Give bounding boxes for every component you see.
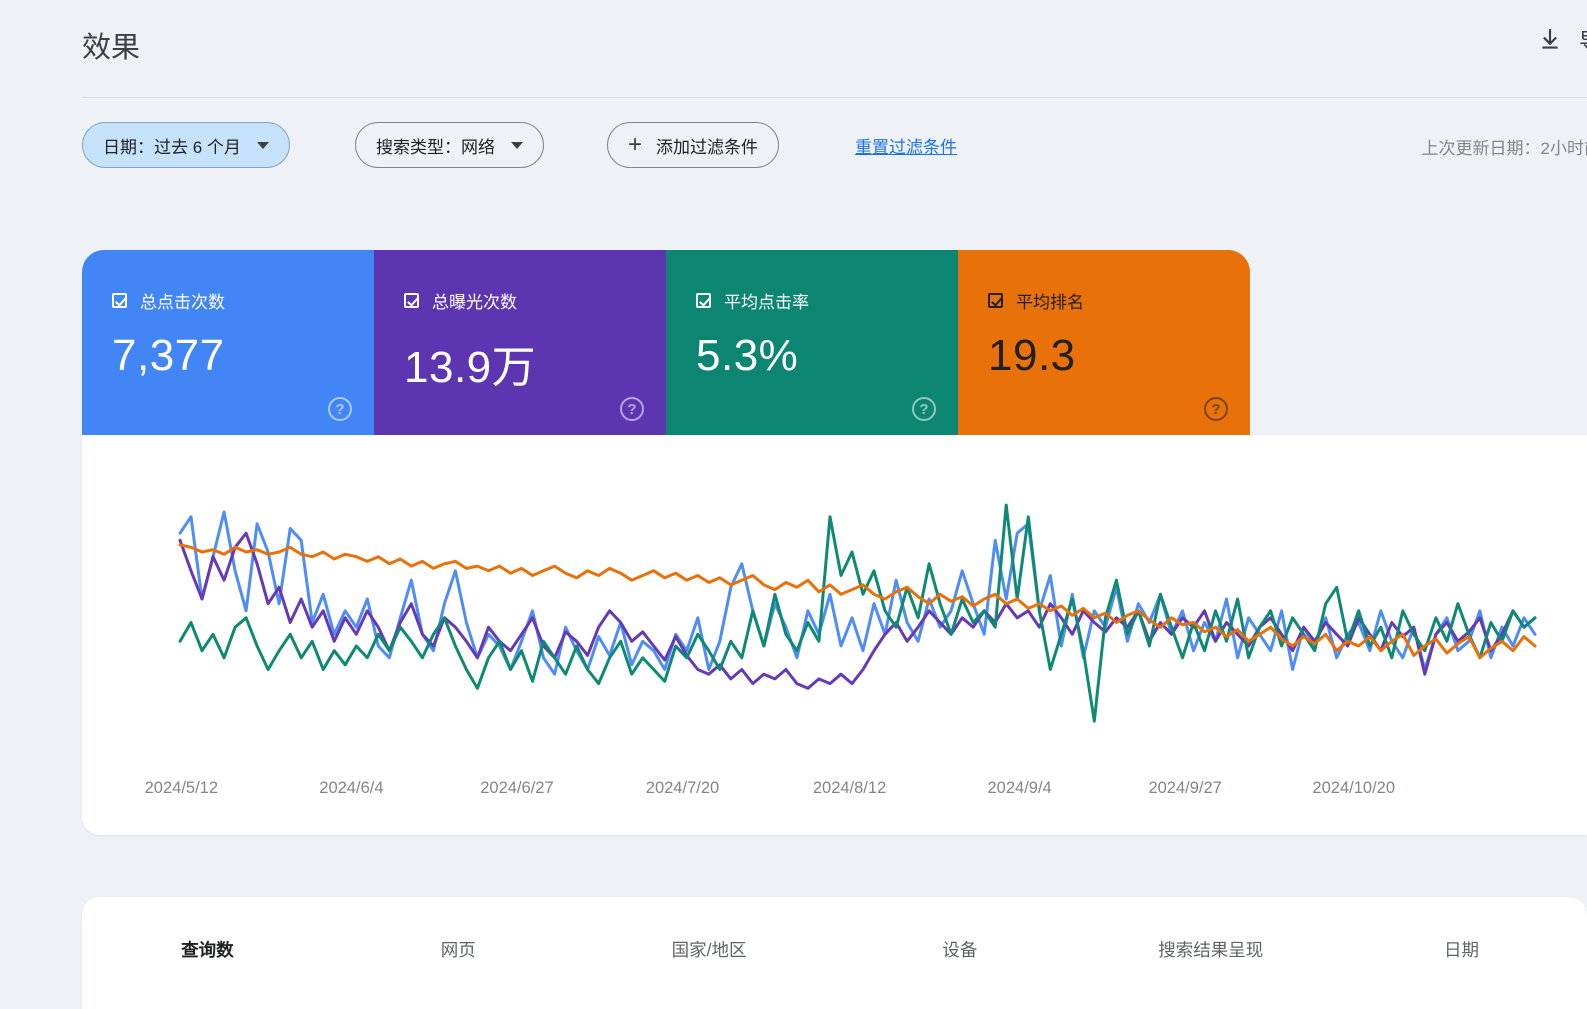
last-updated-text: 上次更新日期：2小时前 — [1421, 139, 1587, 158]
metric-label: 平均排名 — [1016, 293, 1084, 312]
x-tick-label: 2024/6/4 — [319, 779, 384, 797]
chart-line-2 — [178, 503, 1537, 723]
reset-filters-link[interactable]: 重置过滤条件 — [855, 133, 957, 158]
metric-label: 平均点击率 — [724, 293, 809, 312]
x-tick-label: 2024/9/27 — [1148, 779, 1222, 797]
export-label[interactable]: 导 — [1579, 24, 1587, 56]
help-icon[interactable]: ? — [1204, 397, 1228, 421]
x-tick-label: 2024/8/12 — [812, 779, 887, 797]
tab-search-appearance[interactable]: 搜索结果呈现 — [1085, 937, 1336, 962]
add-filter-label: 添加过滤条件 — [656, 137, 759, 157]
search-type-filter-chip[interactable]: 搜索类型：网络 — [355, 122, 544, 168]
chevron-down-icon — [256, 141, 269, 149]
metric-cards-row: 总点击次数 7,377 ? 总曝光次数 13.9万 ? 平均点击率 5.3% ?… — [82, 250, 1250, 435]
checkbox-checked-icon[interactable] — [404, 293, 419, 308]
help-icon[interactable]: ? — [328, 397, 352, 421]
dimension-tabs: 查询数 网页 国家/地区 设备 搜索结果呈现 日期 — [82, 897, 1587, 962]
tab-devices[interactable]: 设备 — [834, 937, 1085, 962]
tab-dates[interactable]: 日期 — [1336, 937, 1587, 962]
checkbox-checked-icon[interactable] — [112, 293, 127, 308]
date-filter-chip[interactable]: 日期：过去 6 个月 — [82, 122, 290, 168]
metric-card-ctr[interactable]: 平均点击率 5.3% ? — [666, 250, 958, 435]
tab-queries[interactable]: 查询数 — [82, 937, 333, 962]
x-tick-label: 2024/9/4 — [987, 779, 1052, 797]
x-tick-label: 2024/7/20 — [645, 779, 720, 797]
x-tick-label: 2024/6/27 — [480, 779, 554, 797]
chevron-down-icon — [511, 141, 523, 149]
help-icon[interactable]: ? — [620, 397, 644, 421]
page-title: 效果 — [82, 32, 141, 64]
metric-card-clicks[interactable]: 总点击次数 7,377 ? — [82, 250, 374, 435]
metric-value: 5.3% — [696, 331, 799, 380]
add-filter-chip[interactable]: + 添加过滤条件 — [607, 122, 780, 168]
tab-pages[interactable]: 网页 — [333, 937, 584, 962]
dimensions-table-card: 查询数 网页 国家/地区 设备 搜索结果呈现 日期 — [82, 897, 1587, 1009]
performance-chart-svg[interactable] — [82, 455, 1587, 775]
metric-label: 总曝光次数 — [432, 293, 517, 312]
metric-card-position[interactable]: 平均排名 19.3 ? — [958, 250, 1250, 435]
metric-card-impressions[interactable]: 总曝光次数 13.9万 ? — [374, 250, 666, 435]
chart-x-axis: 2024/5/12 2024/6/4 2024/6/27 2024/7/20 2… — [82, 779, 1587, 809]
x-tick-label: 2024/10/20 — [1312, 779, 1396, 797]
metric-label: 总点击次数 — [140, 293, 225, 312]
help-icon[interactable]: ? — [912, 397, 936, 421]
checkbox-checked-icon[interactable] — [696, 293, 711, 308]
tab-countries[interactable]: 国家/地区 — [584, 937, 835, 962]
filter-bar: 日期：过去 6 个月 搜索类型：网络 + 添加过滤条件 重置过滤条件 上次更新日… — [82, 122, 1587, 168]
x-tick-label: 2024/5/12 — [144, 779, 219, 797]
metric-value: 13.9万 — [404, 343, 537, 392]
download-icon[interactable] — [1537, 27, 1563, 53]
metric-value: 7,377 — [112, 331, 225, 380]
performance-chart-card: 2024/5/12 2024/6/4 2024/6/27 2024/7/20 2… — [82, 435, 1587, 835]
date-filter-label: 日期：过去 6 个月 — [103, 137, 241, 157]
header-divider — [82, 97, 1587, 98]
export-area: 导 — [1537, 24, 1587, 56]
plus-icon: + — [628, 131, 643, 158]
checkbox-checked-icon[interactable] — [988, 293, 1003, 308]
metric-value: 19.3 — [988, 331, 1076, 380]
chart-line-1 — [178, 531, 1537, 690]
search-type-filter-label: 搜索类型：网络 — [376, 137, 495, 157]
